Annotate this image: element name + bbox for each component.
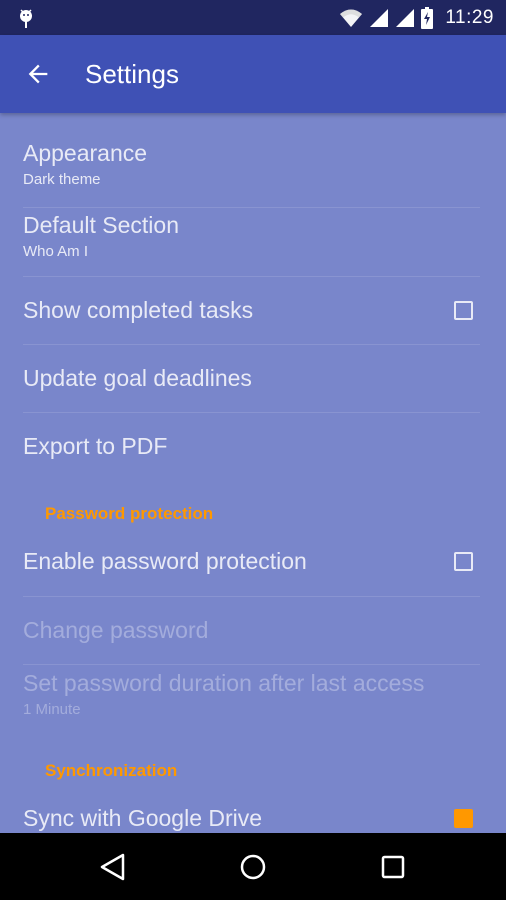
category-password-protection: Password protection	[45, 504, 214, 523]
android-debug-icon	[20, 9, 32, 28]
pref-title: Set password duration after last access	[23, 670, 425, 696]
pref-title: Change password	[23, 617, 209, 643]
arrow-back-icon[interactable]	[24, 60, 52, 88]
page-title: Settings	[85, 59, 179, 89]
status-bar: 11:29	[0, 0, 506, 35]
app-bar: Settings	[0, 35, 506, 113]
home-icon[interactable]	[236, 850, 270, 884]
pref-sync-google-drive[interactable]: Sync with Google Drive	[23, 783, 480, 833]
pref-title: Update goal deadlines	[23, 365, 252, 391]
pref-change-password: Change password	[23, 597, 480, 665]
cell-signal-icon	[370, 8, 389, 27]
pref-title: Show completed tasks	[23, 297, 254, 323]
pref-title: Default Section	[23, 212, 179, 238]
pref-title: Export to PDF	[23, 433, 168, 459]
sync-google-drive-checkbox[interactable]	[454, 808, 473, 828]
category-synchronization: Synchronization	[45, 761, 178, 780]
back-icon[interactable]	[96, 850, 130, 884]
pref-title: Enable password protection	[23, 547, 307, 574]
pref-title: Appearance	[23, 140, 148, 166]
show-completed-checkbox[interactable]	[454, 301, 473, 320]
battery-charging-icon	[421, 6, 434, 29]
settings-list[interactable]: Appearance Dark theme Default Section Wh…	[0, 113, 506, 833]
pref-export-pdf[interactable]: Export to PDF	[23, 413, 480, 480]
pref-title: Sync with Google Drive	[23, 804, 263, 831]
pref-password-duration: Set password duration after last access …	[23, 665, 480, 737]
recents-icon[interactable]	[376, 850, 410, 884]
pref-show-completed-tasks[interactable]: Show completed tasks	[23, 277, 480, 345]
wifi-icon	[340, 9, 363, 27]
pref-default-section[interactable]: Default Section Who Am I	[23, 208, 480, 277]
pref-summary: Dark theme	[23, 171, 101, 188]
navigation-bar	[0, 833, 506, 900]
pref-enable-password[interactable]: Enable password protection	[23, 526, 480, 597]
clock: 11:29	[445, 6, 494, 28]
pref-summary: Who Am I	[23, 243, 89, 260]
pref-update-goal-deadlines[interactable]: Update goal deadlines	[23, 345, 480, 413]
pref-appearance[interactable]: Appearance Dark theme	[23, 140, 480, 208]
pref-summary: 1 Minute	[23, 701, 81, 718]
cell-signal-icon	[396, 8, 415, 27]
enable-password-checkbox[interactable]	[454, 551, 473, 571]
